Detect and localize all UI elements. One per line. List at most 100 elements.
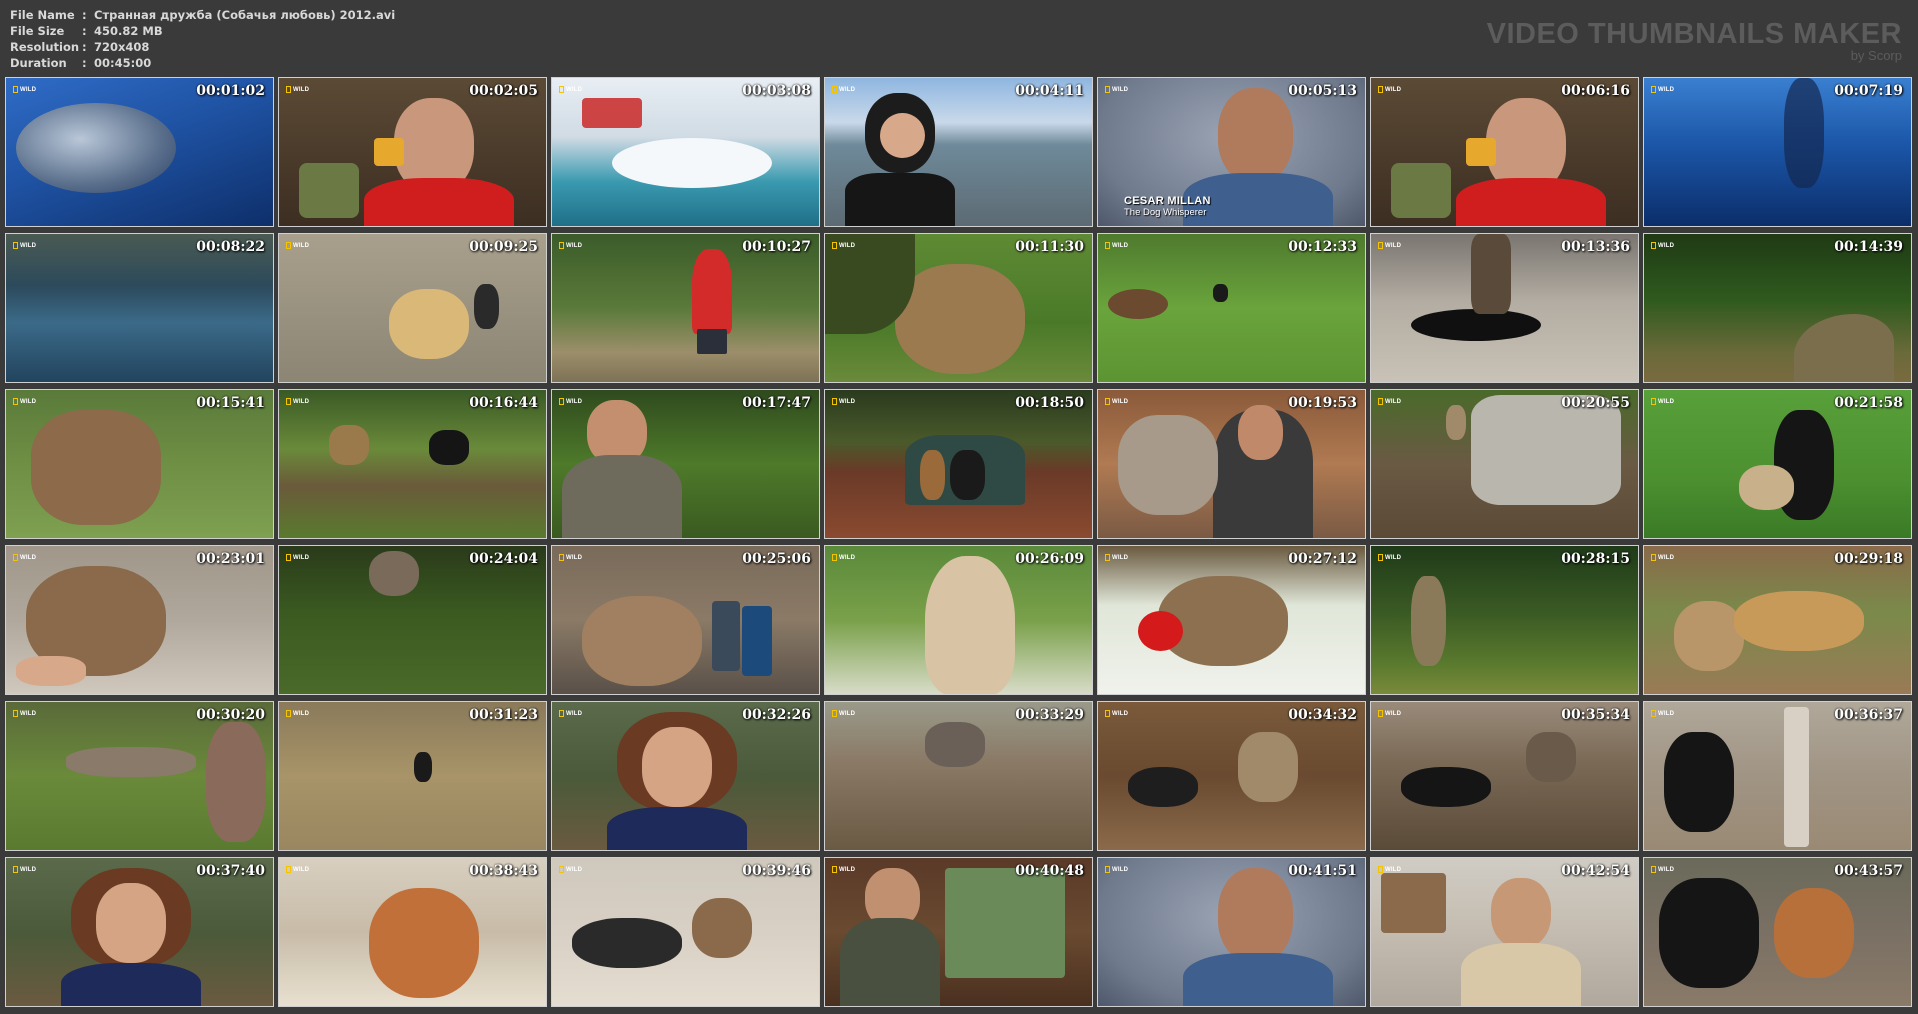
frame-subject-shape <box>369 888 479 998</box>
logo-text: WILD <box>293 242 310 249</box>
thumbnail-frame-image <box>1644 390 1911 538</box>
logo-yellow-frame-icon <box>13 710 18 717</box>
thumbnail-frame-image <box>6 234 273 382</box>
logo-yellow-frame-icon <box>1378 710 1383 717</box>
thumbnail-timestamp: 00:21:58 <box>1834 395 1903 411</box>
video-thumbnail: WILD 00:41:51 <box>1097 857 1366 1007</box>
channel-logo-icon: WILD <box>286 242 309 249</box>
video-thumbnail: WILD 00:42:54 <box>1370 857 1639 1007</box>
frame-subject-shape <box>1491 878 1551 948</box>
thumbnail-frame-image <box>825 390 1092 538</box>
logo-text: WILD <box>839 710 856 717</box>
channel-logo-icon: WILD <box>1105 866 1128 873</box>
thumbnail-timestamp: 00:38:43 <box>469 863 538 879</box>
channel-logo-icon: WILD <box>13 710 36 717</box>
thumbnail-frame-image <box>1644 546 1911 694</box>
logo-yellow-frame-icon <box>13 866 18 873</box>
frame-subject-shape <box>1794 314 1894 382</box>
resolution-value: 720x408 <box>94 40 150 54</box>
frame-subject-shape <box>1526 732 1576 782</box>
logo-text: WILD <box>839 866 856 873</box>
logo-yellow-frame-icon <box>1378 866 1383 873</box>
duration-key: Duration <box>10 56 67 70</box>
frame-subject-shape <box>1238 405 1283 460</box>
frame-subject-shape <box>1218 868 1293 963</box>
frame-subject-shape <box>582 596 702 686</box>
thumbnail-frame-image <box>1644 234 1911 382</box>
thumbnail-frame-image <box>1371 390 1638 538</box>
thumbnail-timestamp: 00:06:16 <box>1561 83 1630 99</box>
frame-subject-shape <box>474 284 499 329</box>
logo-text: WILD <box>1112 86 1129 93</box>
brand-watermark: VIDEO THUMBNAILS MAKER by Scorp <box>1487 19 1902 63</box>
logo-yellow-frame-icon <box>1651 242 1656 249</box>
logo-text: WILD <box>293 86 310 93</box>
channel-logo-icon: WILD <box>559 398 582 405</box>
video-thumbnail: WILD 00:21:58 <box>1643 389 1912 539</box>
video-thumbnail: WILD 00:24:04 <box>278 545 547 695</box>
video-thumbnail: WILD 00:43:57 <box>1643 857 1912 1007</box>
frame-subject-shape <box>1108 289 1168 319</box>
video-thumbnail: WILD 00:05:13 CESAR MILLAN The Dog Whispere… <box>1097 77 1366 227</box>
thumbnail-frame-image <box>1098 858 1365 1006</box>
duration-separator: : <box>82 56 87 70</box>
frame-subject-shape <box>925 556 1015 694</box>
channel-logo-icon: WILD <box>1378 242 1401 249</box>
logo-text: WILD <box>1658 242 1675 249</box>
logo-yellow-frame-icon <box>832 710 837 717</box>
logo-text: WILD <box>1658 554 1675 561</box>
video-thumbnail: WILD 00:18:50 <box>824 389 1093 539</box>
thumbnail-timestamp: 00:17:47 <box>742 395 811 411</box>
logo-text: WILD <box>566 242 583 249</box>
video-thumbnail: WILD 00:06:16 <box>1370 77 1639 227</box>
thumbnail-grid: WILD 00:01:02 WILD 00:02:05 WILD 00:03:08 WILD… <box>5 77 1912 1007</box>
logo-yellow-frame-icon <box>1378 398 1383 405</box>
thumbnail-timestamp: 00:14:39 <box>1834 239 1903 255</box>
thumbnail-frame-image <box>1371 234 1638 382</box>
thumbnail-timestamp: 00:05:13 <box>1288 83 1357 99</box>
logo-text: WILD <box>20 242 37 249</box>
logo-yellow-frame-icon <box>559 242 564 249</box>
frame-subject-shape <box>1461 943 1581 1006</box>
file-info-panel: File Name : Странная дружба (Собачья люб… <box>10 7 395 71</box>
thumbnail-timestamp: 00:03:08 <box>742 83 811 99</box>
channel-logo-icon: WILD <box>559 554 582 561</box>
frame-subject-shape <box>1128 767 1198 807</box>
frame-subject-shape <box>1674 601 1744 671</box>
thumbnail-frame-image <box>552 234 819 382</box>
channel-logo-icon: WILD <box>559 242 582 249</box>
video-thumbnail: WILD 00:25:06 <box>551 545 820 695</box>
frame-subject-shape <box>880 113 925 158</box>
thumbnail-timestamp: 00:11:30 <box>1015 239 1084 255</box>
channel-logo-icon: WILD <box>832 710 855 717</box>
file-name-key: File Name <box>10 8 75 22</box>
thumbnail-frame-image <box>552 78 819 226</box>
thumbnail-frame-image <box>1098 702 1365 850</box>
logo-yellow-frame-icon <box>1105 242 1110 249</box>
logo-text: WILD <box>566 866 583 873</box>
frame-subject-shape <box>1183 953 1333 1006</box>
channel-logo-icon: WILD <box>1105 398 1128 405</box>
channel-logo-icon: WILD <box>832 86 855 93</box>
thumbnail-frame-image <box>825 78 1092 226</box>
thumbnail-timestamp: 00:36:37 <box>1834 707 1903 723</box>
thumbnail-timestamp: 00:41:51 <box>1288 863 1357 879</box>
logo-yellow-frame-icon <box>832 398 837 405</box>
thumbnail-timestamp: 00:02:05 <box>469 83 538 99</box>
logo-text: WILD <box>20 554 37 561</box>
thumbnail-timestamp: 00:24:04 <box>469 551 538 567</box>
thumbnail-frame-image <box>1371 858 1638 1006</box>
channel-logo-icon: WILD <box>832 554 855 561</box>
video-thumbnail: WILD 00:08:22 <box>5 233 274 383</box>
logo-yellow-frame-icon <box>286 398 291 405</box>
frame-subject-shape <box>96 883 166 963</box>
video-thumbnail: WILD 00:35:34 <box>1370 701 1639 851</box>
frame-subject-shape <box>925 722 985 767</box>
logo-text: WILD <box>566 554 583 561</box>
logo-text: WILD <box>839 242 856 249</box>
logo-text: WILD <box>566 398 583 405</box>
channel-logo-icon: WILD <box>559 86 582 93</box>
logo-text: WILD <box>839 86 856 93</box>
thumbnail-frame-image <box>1098 390 1365 538</box>
caption-subtitle: The Dog Whisperer <box>1124 207 1207 218</box>
